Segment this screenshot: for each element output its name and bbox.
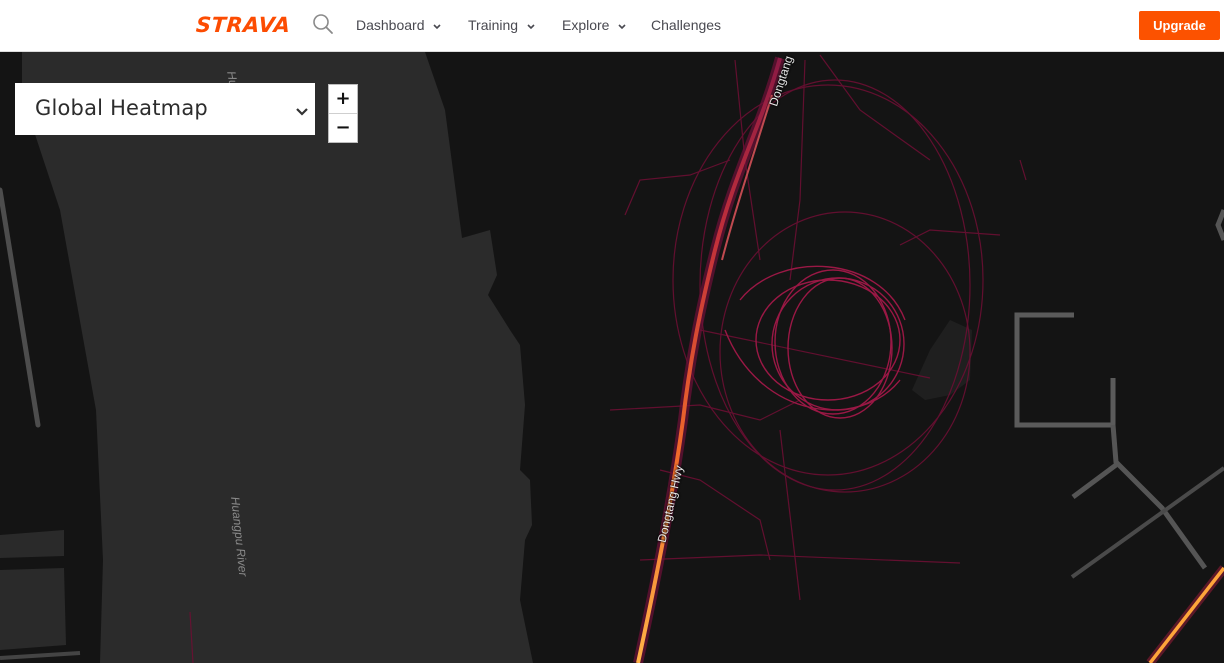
chevron-down-icon xyxy=(296,108,308,116)
chevron-down-icon xyxy=(433,24,441,30)
heatmap-layer-select[interactable]: Global Heatmap xyxy=(15,83,315,135)
nav-challenges[interactable]: Challenges xyxy=(651,16,721,34)
zoom-out-button[interactable]: − xyxy=(329,114,357,142)
nav-training[interactable]: Training xyxy=(468,16,536,34)
nav-challenges-label: Challenges xyxy=(651,17,722,33)
chevron-down-icon xyxy=(527,24,535,30)
nav-dashboard[interactable]: Dashboard xyxy=(356,16,442,34)
upgrade-button[interactable]: Upgrade xyxy=(1139,11,1220,40)
zoom-control: + − xyxy=(328,84,358,143)
huangpu-river xyxy=(22,52,533,663)
nav-explore[interactable]: Explore xyxy=(562,16,627,34)
zoom-in-button[interactable]: + xyxy=(329,85,357,113)
search-icon[interactable] xyxy=(312,13,334,35)
chevron-down-icon xyxy=(618,24,626,30)
map-canvas xyxy=(0,52,1224,663)
layer-select-value: Global Heatmap xyxy=(35,96,208,120)
nav-dashboard-label: Dashboard xyxy=(356,17,425,33)
heatmap-map[interactable]: Huangp Huangpu River Dongtang Hwy Dongta… xyxy=(0,52,1224,663)
nav-explore-label: Explore xyxy=(562,17,610,33)
top-navigation-bar: STRAVA Dashboard Training Explore Challe… xyxy=(0,0,1224,52)
nav-training-label: Training xyxy=(468,17,519,33)
strava-logo[interactable]: STRAVA xyxy=(195,13,291,37)
